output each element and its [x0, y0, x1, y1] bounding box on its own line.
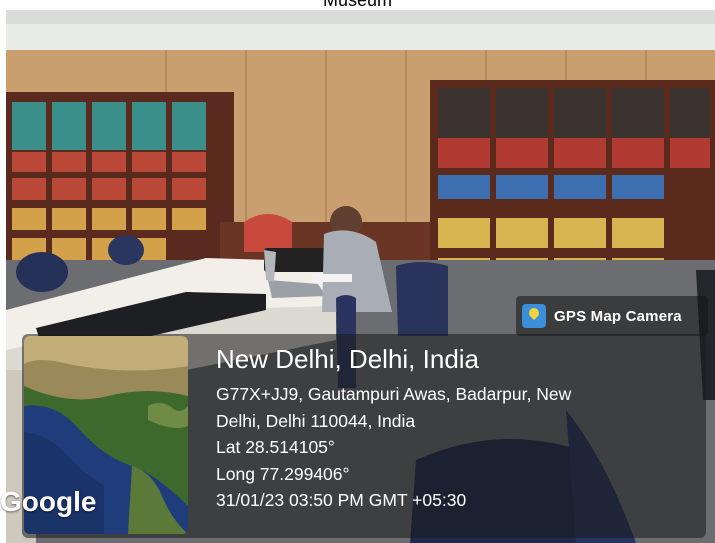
gps-map-camera-badge: GPS Map Camera [516, 296, 708, 336]
latitude: Lat 28.514105° [216, 437, 335, 457]
location-details: New Delhi, Delhi, India G77X+JJ9, Gautam… [216, 344, 571, 514]
gps-badge-label: GPS Map Camera [554, 307, 682, 325]
address-line-1: G77X+JJ9, Gautampuri Awas, Badarpur, New [216, 384, 572, 404]
google-logo: Google [0, 486, 97, 517]
address-line-2: Delhi, Delhi 110044, India [216, 410, 416, 431]
caption-text: Museum [322, 0, 393, 10]
location-title: New Delhi, Delhi, India [216, 344, 480, 374]
longitude: Long 77.299406° [216, 463, 350, 484]
map-pin-icon [522, 304, 546, 328]
timestamp: 31/01/23 03:50 PM GMT +05:30 [216, 490, 467, 510]
top-caption: Museum [0, 0, 715, 10]
